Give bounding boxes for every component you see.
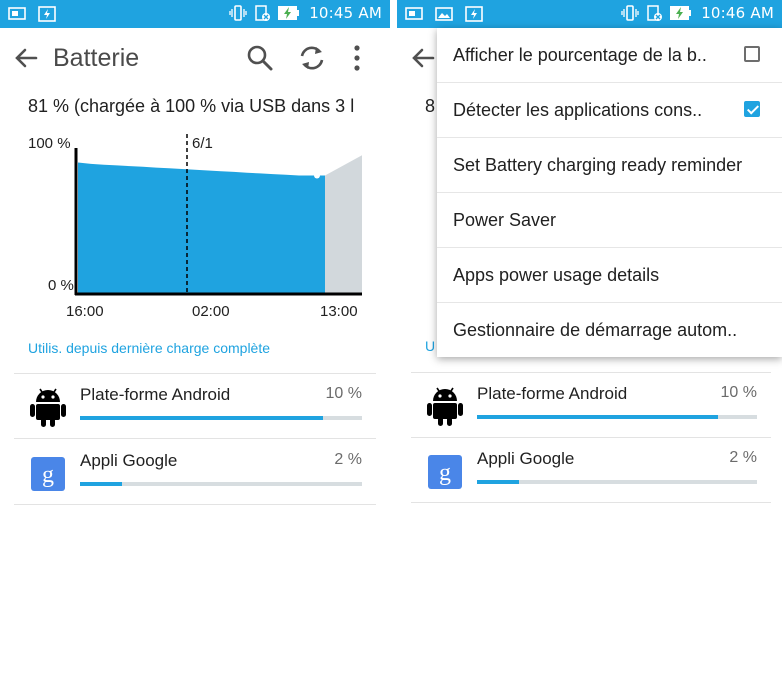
menu-item-power-saver[interactable]: Power Saver (437, 193, 782, 248)
sd-card-icon (647, 5, 663, 21)
charging-projection-area (325, 155, 362, 293)
app-name: Plate-forme Android (477, 384, 628, 403)
battery-charging-icon (278, 6, 300, 20)
current-level-marker (314, 172, 320, 179)
app-name: Appli Google (80, 451, 178, 470)
flash-icon (465, 6, 483, 22)
x-tick-label: 16:00 (66, 303, 104, 320)
back-arrow-icon[interactable] (409, 44, 437, 72)
battery-screen: 10:45 AM Batterie 81 % (chargée à 100 % … (0, 0, 390, 694)
svg-text:g: g (42, 462, 54, 488)
screenshot-icon (8, 7, 26, 20)
battery-status-text: 81 % (chargée à 100 % via USB dans 3 l (28, 96, 355, 116)
usage-bar-fill (477, 415, 718, 419)
usage-bar (477, 480, 757, 484)
menu-item-label: Gestionnaire de démarrage autom.. (453, 320, 738, 340)
menu-item-label: Détecter les applications cons.. (453, 100, 703, 120)
usage-bar (80, 416, 362, 420)
menu-item-startup-manager[interactable]: Gestionnaire de démarrage autom.. (437, 303, 782, 357)
svg-text:g: g (439, 460, 451, 486)
vibrate-icon (621, 5, 639, 21)
google-g-icon: g (428, 455, 462, 489)
android-robot-icon (30, 388, 66, 427)
status-time: 10:45 AM (309, 4, 382, 22)
app-percent: 10 % (325, 385, 362, 402)
app-bar: Batterie (0, 28, 390, 88)
battery-status-text: 8 (425, 96, 436, 116)
status-time: 10:46 AM (701, 4, 774, 22)
divider (14, 438, 376, 439)
menu-item-label: Set Battery charging ready reminder (453, 155, 743, 175)
usage-caption: U (425, 338, 436, 354)
y-label-top: 100 % (28, 135, 71, 152)
overflow-menu: Afficher le pourcentage de la b.. Détect… (437, 28, 782, 357)
x-tick-label: 02:00 (192, 303, 230, 320)
overflow-menu-icon[interactable] (350, 44, 364, 72)
battery-level-area (78, 162, 325, 293)
app-name: Appli Google (477, 449, 575, 468)
screenshot-divider (390, 0, 397, 694)
sd-card-icon (255, 5, 271, 21)
page-title: Batterie (53, 44, 140, 72)
back-arrow-icon[interactable] (12, 44, 40, 72)
battery-screen-with-menu: 10:46 AM 8 U Plate-forme Android 10 % g … (397, 0, 782, 694)
app-usage-row-google[interactable]: g Appli Google 2 % (14, 440, 376, 504)
usage-bar-fill (477, 480, 519, 484)
screenshot-icon (405, 7, 423, 20)
menu-item-charging-reminder[interactable]: Set Battery charging ready reminder (437, 138, 782, 193)
battery-history-chart[interactable]: 100 % 0 % 6/1 16:00 02:00 13:00 (20, 128, 365, 328)
menu-item-label: Apps power usage details (453, 265, 660, 285)
date-marker-label: 6/1 (192, 135, 213, 152)
flash-icon (38, 6, 56, 22)
status-bar: 10:45 AM (0, 0, 390, 28)
menu-item-label: Power Saver (453, 210, 557, 230)
app-percent: 10 % (720, 384, 757, 401)
usage-bar-fill (80, 482, 123, 486)
menu-item-apps-power-usage[interactable]: Apps power usage details (437, 248, 782, 303)
status-bar: 10:46 AM (397, 0, 782, 28)
google-g-icon: g (31, 457, 65, 491)
app-usage-row-android[interactable]: Plate-forme Android 10 % (411, 373, 771, 437)
refresh-icon[interactable] (298, 44, 326, 72)
usage-bar-fill (80, 416, 323, 420)
menu-item-detect-apps[interactable]: Détecter les applications cons.. (437, 83, 782, 138)
app-usage-row-android[interactable]: Plate-forme Android 10 % (14, 374, 376, 438)
y-label-bottom: 0 % (48, 277, 74, 294)
usage-caption: Utilis. depuis dernière charge complète (28, 340, 271, 356)
divider (411, 502, 771, 503)
app-percent: 2 % (729, 449, 757, 466)
app-percent: 2 % (334, 451, 362, 468)
battery-charging-icon (670, 6, 692, 20)
show-percentage-checkbox[interactable] (744, 46, 760, 62)
search-icon[interactable] (246, 44, 274, 72)
menu-item-show-percentage[interactable]: Afficher le pourcentage de la b.. (437, 28, 782, 83)
gallery-icon (435, 7, 453, 21)
android-robot-icon (427, 387, 463, 426)
app-usage-row-google[interactable]: g Appli Google 2 % (411, 438, 771, 502)
detect-apps-checkbox[interactable] (744, 101, 760, 117)
app-name: Plate-forme Android (80, 385, 231, 404)
divider (14, 504, 376, 505)
usage-bar (477, 415, 757, 419)
menu-item-label: Afficher le pourcentage de la b.. (453, 45, 707, 65)
vibrate-icon (229, 5, 247, 21)
x-tick-label: 13:00 (320, 303, 358, 320)
usage-bar (80, 482, 362, 486)
